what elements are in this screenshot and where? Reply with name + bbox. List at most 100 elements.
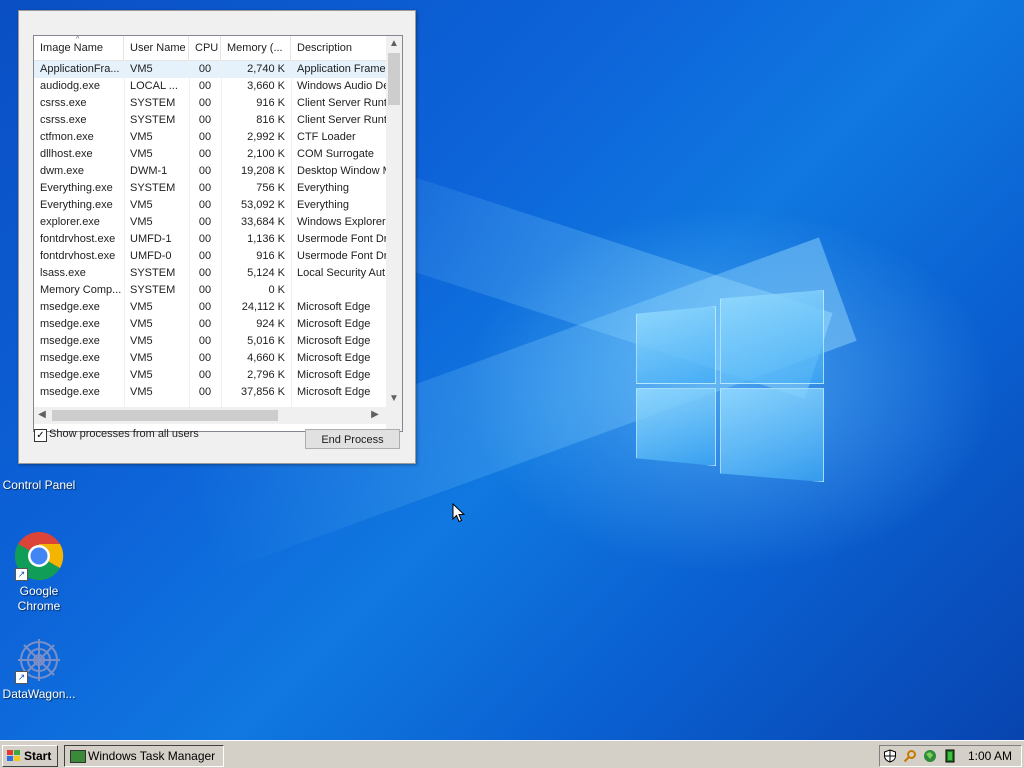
table-row[interactable]: Everything.exe SYSTEM 00 756 K Everything <box>34 180 386 197</box>
key-icon[interactable] <box>903 749 917 763</box>
cell-image-name: audiodg.exe <box>40 80 100 92</box>
desktop-icon-control-panel[interactable]: Control Panel <box>1 478 77 493</box>
table-row[interactable]: lsass.exe SYSTEM 00 5,124 K Local Security A… <box>34 265 386 282</box>
table-row[interactable]: msedge.exe VM5 00 5,016 K Microsoft Edge <box>34 333 386 350</box>
cell-memory: 33,684 K <box>240 216 285 228</box>
table-row[interactable]: msedge.exe VM5 00 4,660 K Microsoft Edge <box>34 350 386 367</box>
cell-memory: 916 K <box>256 250 285 262</box>
cell-image-name: dwm.exe <box>40 165 85 177</box>
column-divider <box>124 60 125 408</box>
cell-user-name: LOCAL ... <box>130 80 178 92</box>
cell-user-name: SYSTEM <box>130 284 176 296</box>
start-label: Start <box>24 749 52 763</box>
cell-user-name: SYSTEM <box>130 114 176 126</box>
cell-description: Windows Audio De <box>297 80 386 92</box>
cell-cpu: 00 <box>198 148 212 160</box>
scroll-left-icon[interactable]: ◀ <box>34 407 50 423</box>
windows-logo <box>636 290 824 482</box>
vertical-scrollbar[interactable]: ▲ ▼ <box>386 36 402 407</box>
cell-user-name: VM5 <box>130 148 153 160</box>
cell-cpu: 00 <box>198 97 212 109</box>
task-manager-window: ^ Image Name User Name CPU Memory (... Descr… <box>18 10 416 464</box>
cell-memory: 924 K <box>256 318 285 330</box>
cell-image-name: lsass.exe <box>40 267 86 279</box>
end-process-button[interactable]: End Process <box>305 429 400 449</box>
table-row[interactable]: csrss.exe SYSTEM 00 816 K Client Server Runt <box>34 112 386 129</box>
cell-memory: 53,092 K <box>240 199 285 211</box>
cell-user-name: VM5 <box>130 352 153 364</box>
cell-description: COM Surrogate <box>297 148 375 160</box>
cell-image-name: msedge.exe <box>40 352 100 364</box>
table-row[interactable]: fontdrvhost.exe UMFD-0 00 916 K Usermode Fon… <box>34 248 386 265</box>
clock[interactable]: 1:00 AM <box>968 746 1012 766</box>
cell-cpu: 00 <box>198 165 212 177</box>
cell-memory: 37,856 K <box>240 386 285 398</box>
show-all-processes-label: Show processes from all users <box>49 428 199 440</box>
column-header-description[interactable]: Description <box>291 36 386 60</box>
shield-icon[interactable] <box>883 749 897 763</box>
column-header-image-name[interactable]: Image Name <box>34 36 124 60</box>
table-row[interactable]: ctfmon.exe VM5 00 2,992 K CTF Loader <box>34 129 386 146</box>
cell-cpu: 00 <box>198 250 212 262</box>
cell-memory: 756 K <box>256 182 285 194</box>
vertical-scroll-thumb[interactable] <box>388 53 400 105</box>
desktop-icon-label: Google Chrome <box>17 584 61 613</box>
column-header-cpu[interactable]: CPU <box>189 36 221 60</box>
cell-image-name: Everything.exe <box>40 199 113 211</box>
desktop-icon-label: DataWagon... <box>2 687 76 701</box>
cell-image-name: Memory Comp... <box>40 284 122 296</box>
desktop-icon-google-chrome[interactable]: ↗ Google Chrome <box>1 531 77 614</box>
scroll-up-icon[interactable]: ▲ <box>386 36 402 52</box>
table-row[interactable]: Memory Comp... SYSTEM 00 0 K <box>34 282 386 299</box>
cell-image-name: csrss.exe <box>40 97 87 109</box>
table-row[interactable]: explorer.exe VM5 00 33,684 K Windows Explore… <box>34 214 386 231</box>
table-row[interactable]: msedge.exe VM5 00 24,112 K Microsoft Edge <box>34 299 386 316</box>
cell-description: Usermode Font Dr <box>297 250 386 262</box>
cell-description: Microsoft Edge <box>297 352 371 364</box>
cell-user-name: VM5 <box>130 199 153 211</box>
table-row[interactable]: audiodg.exe LOCAL ... 00 3,660 K Windows Aud… <box>34 78 386 95</box>
start-button[interactable]: Start <box>2 745 58 767</box>
desktop-icon-label: Control Panel <box>2 478 76 492</box>
taskbar-button-task-manager[interactable]: Windows Task Manager <box>64 745 224 767</box>
table-row[interactable]: msedge.exe VM5 00 37,856 K Microsoft Edge <box>34 384 386 401</box>
table-row[interactable]: Everything.exe VM5 00 53,092 K Everything <box>34 197 386 214</box>
scroll-right-icon[interactable]: ▶ <box>367 407 383 423</box>
column-header-user-name[interactable]: User Name <box>124 36 189 60</box>
cell-cpu: 00 <box>198 131 212 143</box>
cell-memory: 19,208 K <box>240 165 285 177</box>
taskbar-button-label: Windows Task Manager <box>88 749 216 763</box>
cell-cpu: 00 <box>198 216 212 228</box>
cell-cpu: 00 <box>198 114 212 126</box>
cell-memory: 5,124 K <box>247 267 285 279</box>
cell-memory: 5,016 K <box>247 335 285 347</box>
cell-memory: 0 K <box>268 284 285 296</box>
cell-description: Local Security Aut <box>297 267 386 279</box>
cell-cpu: 00 <box>198 199 212 211</box>
cell-image-name: fontdrvhost.exe <box>40 233 116 245</box>
scrollbar-corner <box>386 407 402 431</box>
cell-description: Usermode Font Dr <box>297 233 386 245</box>
process-list[interactable]: ^ Image Name User Name CPU Memory (... Descr… <box>33 35 403 432</box>
column-header-memory[interactable]: Memory (... <box>221 36 291 60</box>
horizontal-scroll-thumb[interactable] <box>52 410 278 421</box>
desktop-icon-datawagon[interactable]: ↗ DataWagon... <box>1 637 77 702</box>
network-globe-icon[interactable] <box>923 749 937 763</box>
cell-cpu: 00 <box>198 233 212 245</box>
table-row[interactable]: dwm.exe DWM-1 00 19,208 K Desktop Window M <box>34 163 386 180</box>
table-row[interactable]: ApplicationFra... VM5 00 2,740 K Application… <box>34 61 386 78</box>
checkbox-check-icon[interactable]: ✓ <box>34 429 47 442</box>
monitor-icon[interactable] <box>943 749 957 763</box>
cell-memory: 816 K <box>256 114 285 126</box>
table-row[interactable]: csrss.exe SYSTEM 00 916 K Client Server Runt <box>34 95 386 112</box>
scroll-down-icon[interactable]: ▼ <box>386 391 402 407</box>
table-row[interactable]: fontdrvhost.exe UMFD-1 00 1,136 K Usermode F… <box>34 231 386 248</box>
cell-memory: 3,660 K <box>247 80 285 92</box>
table-row[interactable]: msedge.exe VM5 00 924 K Microsoft Edge <box>34 316 386 333</box>
horizontal-scrollbar[interactable]: ◀ ▶ <box>34 407 386 424</box>
cell-description: Desktop Window M <box>297 165 386 177</box>
cell-cpu: 00 <box>198 267 212 279</box>
column-divider <box>221 60 222 408</box>
table-row[interactable]: msedge.exe VM5 00 2,796 K Microsoft Edge <box>34 367 386 384</box>
table-row[interactable]: dllhost.exe VM5 00 2,100 K COM Surrogate <box>34 146 386 163</box>
